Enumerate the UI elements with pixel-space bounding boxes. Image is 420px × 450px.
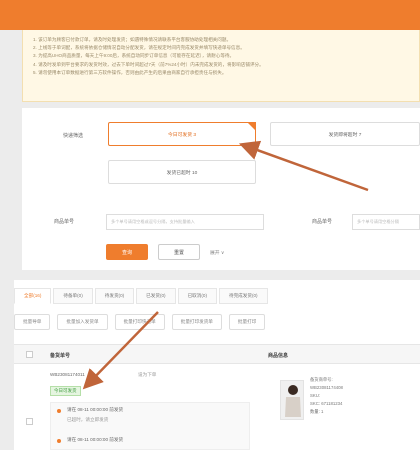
deadline-text: 请在 08-11 00:00:00 前发货	[67, 407, 124, 412]
notice-line: 3. 为提高UHO商品质量，每天上午9:00后，系统自动同步订单信息（可能存在延…	[33, 53, 235, 59]
bulk-add-shipment-button[interactable]: 批量加入发货单	[57, 314, 108, 330]
notice-line: 5. 请勿使用本订单数据进行第三方软件操作，否则由此产生的后果由商家自行承担责任…	[33, 69, 227, 75]
bulk-print-express-button[interactable]: 批量打印快递单	[114, 314, 165, 330]
expand-link[interactable]: 展开 ∨	[210, 249, 224, 256]
col-order-header: 备货单号	[50, 353, 71, 359]
status-tabs: 全部(16) 待备单(0) 待发货(0) 已发货(0) 已取消(0) 待完成发货…	[14, 288, 270, 304]
order-list-panel: 全部(16) 待备单(0) 待发货(0) 已发货(0) 已取消(0) 待完成发货…	[14, 280, 420, 450]
order-number-input[interactable]: 多个单号请用空格或逗号分隔，支持批量输入	[106, 214, 264, 230]
tab-pending-prep[interactable]: 待备单(0)	[53, 288, 93, 304]
tab-all[interactable]: 全部(16)	[14, 288, 52, 304]
bulk-action-row: 批量导单 批量加入发货单 批量打印快递单 批量打印发货单 批量打印	[14, 314, 272, 332]
deadline-dot-icon	[57, 409, 61, 413]
quick-filter-label: 快递筛选	[63, 133, 84, 139]
product-thumbnail[interactable]	[280, 380, 304, 420]
right-order-label: 商品单号	[312, 219, 333, 225]
status-badge: 今日可发货	[50, 386, 81, 396]
chip-label: 发货即将超时 7	[328, 132, 362, 138]
bulk-import-button[interactable]: 批量导单	[14, 314, 51, 330]
notice-line: 4. 请及时发单到平台要求的发货时效，过去下单时间超过7天（前7%24小时）内未…	[33, 61, 264, 67]
order-number-label: 商品单号	[54, 219, 75, 225]
product-line: SKU:	[310, 393, 321, 398]
notice-line: 1. 该订单为顾客已付款订单，请及时处理发货；如遇特殊情况请联系平台客服协助处理…	[33, 37, 232, 42]
bulk-print-button[interactable]: 批量打印	[228, 314, 266, 330]
tab-pending-ship[interactable]: 待发货(0)	[94, 288, 135, 304]
product-line: 备货商单号:	[310, 377, 333, 382]
order-action-link[interactable]: 设为下单	[138, 372, 156, 378]
product-line: SKC: 671181234	[310, 401, 343, 406]
selected-corner-icon	[247, 122, 256, 131]
select-all-checkbox[interactable]	[26, 351, 33, 358]
right-order-input[interactable]: 多个单号请用空格分隔	[352, 214, 420, 230]
bulk-print-invoice-button[interactable]: 批量打印发货单	[171, 314, 222, 330]
col-product-header: 商品信息	[268, 353, 289, 359]
notice-line: 2. 上线等于单词配，系统将依据仓储情况自动分配发货，请在规定时间内完成发货并填…	[33, 45, 245, 51]
chip-ship-overdue[interactable]: 发货已超时 10	[108, 160, 256, 184]
filter-panel: 快递筛选 今日可发货 3 发货即将超时 7 发货已超时 10 商品单号 多个单号…	[22, 108, 420, 270]
chip-label: 今日可发货 3	[168, 132, 196, 138]
chip-ship-today[interactable]: 今日可发货 3	[108, 122, 256, 146]
order-number: WB23081174011	[50, 372, 85, 377]
tab-pending-complete[interactable]: 待完成发货(0)	[218, 288, 268, 304]
tab-shipped[interactable]: 已发货(0)	[136, 288, 176, 304]
table-header: 备货单号 商品信息	[14, 344, 420, 364]
product-line: WB23081174408	[310, 385, 343, 390]
deadline-text-2: 请在 08-11 00:00:00 前发货	[67, 437, 124, 442]
product-info: 备货商单号: WB23081174408 SKU: SKC: 671181234…	[310, 376, 343, 416]
deadline-hint: 已超时，请立即发货	[67, 417, 109, 422]
row-checkbox[interactable]	[26, 418, 33, 425]
reset-button[interactable]: 重置	[158, 244, 200, 260]
query-button[interactable]: 查询	[106, 244, 148, 260]
product-line: 数量: 1	[310, 409, 324, 414]
ship-deadline-box: 请在 08-11 00:00:00 前发货 已超时，请立即发货 请在 08-11…	[50, 402, 250, 450]
top-orange-bar	[0, 0, 420, 30]
notice-panel: 1. 该订单为顾客已付款订单，请及时处理发货；如遇特殊情况请联系平台客服协助处理…	[22, 30, 420, 102]
tab-cancelled[interactable]: 已取消(0)	[177, 288, 217, 304]
chip-ship-soon-overdue[interactable]: 发货即将超时 7	[270, 122, 420, 146]
deadline-dot-icon	[57, 439, 61, 443]
chip-label: 发货已超时 10	[166, 170, 198, 176]
person-figure-icon	[285, 385, 301, 417]
